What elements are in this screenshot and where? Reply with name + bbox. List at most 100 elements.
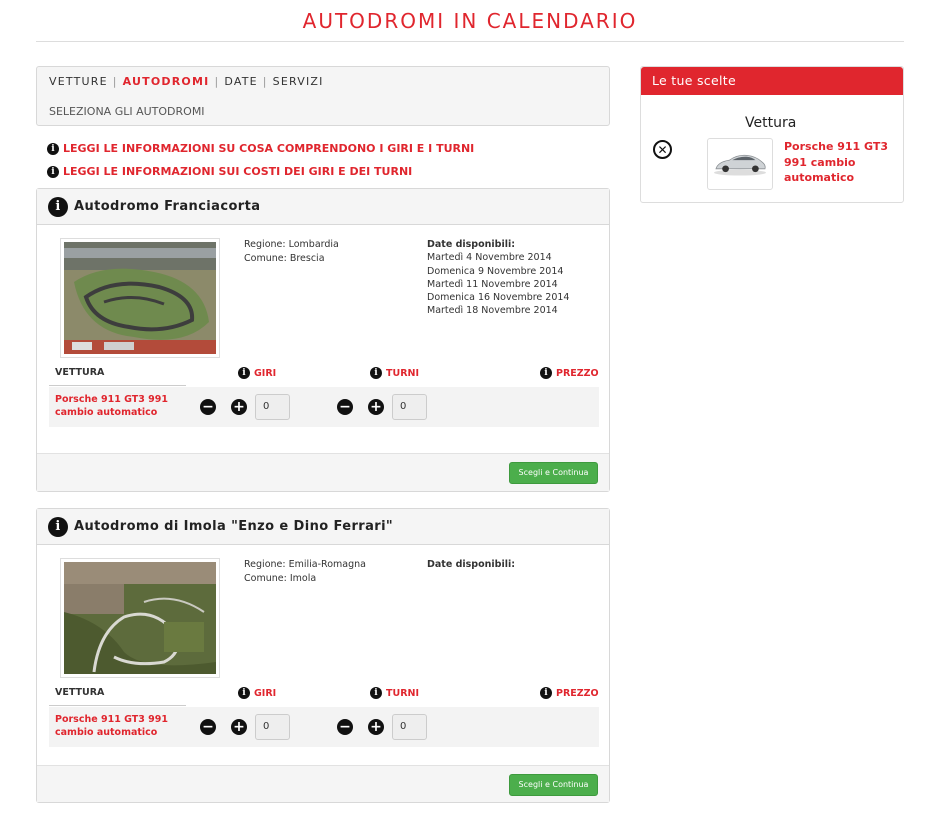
- info-link-label: LEGGI LE INFORMAZIONI SUI COSTI DEI GIRI…: [63, 165, 413, 178]
- table-row: Porsche 911 GT3 991 cambio automatico − …: [49, 387, 599, 427]
- giri-quantity-input[interactable]: 0: [255, 394, 290, 420]
- date-item: Martedì 11 Novembre 2014: [427, 278, 558, 290]
- dates-label: Date disponibili:: [427, 239, 516, 250]
- info-circle-icon[interactable]: i: [370, 367, 382, 379]
- track-card-franciacorta: i Autodromo Franciacorta Regione: Lombar…: [36, 188, 610, 492]
- region-label: Regione:: [244, 239, 286, 250]
- info-circle-icon[interactable]: i: [238, 367, 250, 379]
- step-separator: |: [112, 75, 118, 88]
- track-aerial-image: [64, 242, 216, 354]
- divider: [49, 705, 186, 706]
- track-photo: [60, 558, 220, 678]
- giri-plus-icon[interactable]: +: [231, 399, 247, 415]
- track-card-imola: i Autodromo di Imola "Enzo e Dino Ferrar…: [36, 508, 610, 803]
- car-thumbnail: [707, 138, 773, 190]
- region-label: Regione:: [244, 559, 286, 570]
- info-circle-icon[interactable]: i: [540, 687, 552, 699]
- turni-column-header: i TURNI: [370, 687, 419, 699]
- region-value: Emilia-Romagna: [288, 559, 366, 570]
- available-dates: Date disponibili:: [427, 558, 515, 571]
- turni-quantity-input[interactable]: 0: [392, 394, 427, 420]
- info-circle-icon: i: [47, 165, 59, 178]
- turni-minus-icon[interactable]: −: [337, 719, 353, 735]
- info-circle-icon[interactable]: i: [48, 196, 68, 217]
- continue-button[interactable]: Scegli e Continua: [509, 774, 598, 796]
- selected-car-line: Porsche 911 GT3: [784, 140, 889, 153]
- track-header: i Autodromo Franciacorta: [37, 189, 609, 225]
- step-separator: |: [262, 75, 268, 88]
- choices-title: Vettura: [745, 115, 797, 131]
- divider: [49, 385, 186, 386]
- giri-plus-icon[interactable]: +: [231, 719, 247, 735]
- info-circle-icon: i: [47, 142, 59, 155]
- prezzo-column-header: i PREZZO: [540, 367, 599, 379]
- step-vetture[interactable]: VETTURE: [49, 75, 108, 88]
- turni-quantity-input[interactable]: 0: [392, 714, 427, 740]
- turni-label: TURNI: [386, 687, 419, 699]
- vettura-column-header: VETTURA: [55, 687, 105, 698]
- dates-label: Date disponibili:: [427, 559, 516, 570]
- date-item: Martedì 4 Novembre 2014: [427, 252, 552, 264]
- turni-plus-icon[interactable]: +: [368, 399, 384, 415]
- track-header: i Autodromo di Imola "Enzo e Dino Ferrar…: [37, 509, 609, 545]
- step-autodromi[interactable]: AUTODROMI: [123, 75, 210, 88]
- giri-label: GIRI: [254, 367, 277, 379]
- track-photo: [60, 238, 220, 358]
- town-value: Imola: [289, 572, 317, 584]
- track-location: Regione: Emilia-Romagna Comune: Imola: [244, 558, 366, 585]
- step-date[interactable]: DATE: [224, 75, 257, 88]
- prezzo-column-header: i PREZZO: [540, 687, 599, 699]
- steps-breadcrumb: VETTURE | AUTODROMI | DATE | SERVIZI: [49, 75, 324, 88]
- turni-plus-icon[interactable]: +: [368, 719, 384, 735]
- car-image: [714, 154, 766, 176]
- table-row: Porsche 911 GT3 991 cambio automatico − …: [49, 707, 599, 747]
- car-name-line: Porsche 911 GT3 991: [55, 714, 168, 725]
- info-circle-icon[interactable]: i: [48, 516, 68, 537]
- turni-minus-icon[interactable]: −: [337, 399, 353, 415]
- turni-column-header: i TURNI: [370, 367, 419, 379]
- card-footer: Scegli e Continua: [37, 453, 609, 491]
- town-label: Comune:: [244, 572, 287, 584]
- giri-minus-icon[interactable]: −: [200, 719, 216, 735]
- available-dates: Date disponibili: Martedì 4 Novembre 201…: [427, 238, 569, 318]
- giri-quantity-input[interactable]: 0: [255, 714, 290, 740]
- date-item: Domenica 16 Novembre 2014: [427, 292, 570, 304]
- car-name-line: Porsche 911 GT3 991: [55, 394, 168, 405]
- selected-car-name[interactable]: Porsche 911 GT3 991 cambio automatico: [784, 139, 894, 186]
- remove-circle-icon[interactable]: ✕: [653, 140, 672, 159]
- info-link-label: LEGGI LE INFORMAZIONI SU COSA COMPRENDON…: [63, 142, 475, 155]
- date-item: Martedì 18 Novembre 2014: [427, 305, 558, 317]
- giri-label: GIRI: [254, 687, 277, 699]
- giri-column-header: i GIRI: [238, 687, 276, 699]
- track-name: Autodromo Franciacorta: [74, 199, 261, 214]
- info-link-giri-turni[interactable]: i LEGGI LE INFORMAZIONI SU COSA COMPREND…: [47, 142, 474, 155]
- prezzo-label: PREZZO: [556, 367, 599, 379]
- steps-subtitle: SELEZIONA GLI AUTODROMI: [49, 105, 205, 118]
- car-name: Porsche 911 GT3 991 cambio automatico: [55, 393, 168, 419]
- vettura-column-header: VETTURA: [55, 367, 105, 378]
- town-label: Comune:: [244, 252, 287, 264]
- page-title: AUTODROMI IN CALENDARIO: [36, 0, 904, 42]
- step-servizi[interactable]: SERVIZI: [273, 75, 324, 88]
- track-location: Regione: Lombardia Comune: Brescia: [244, 238, 339, 265]
- selected-car-line: 991 cambio: [784, 155, 856, 169]
- info-circle-icon[interactable]: i: [238, 687, 250, 699]
- date-item: Domenica 9 Novembre 2014: [427, 265, 564, 277]
- region-value: Lombardia: [288, 239, 339, 250]
- info-circle-icon[interactable]: i: [540, 367, 552, 379]
- card-footer: Scegli e Continua: [37, 765, 609, 802]
- track-aerial-image: [64, 562, 216, 674]
- car-name-line: cambio automatico: [55, 727, 158, 738]
- selected-car-line: automatico: [784, 171, 855, 184]
- giri-column-header: i GIRI: [238, 367, 276, 379]
- step-separator: |: [214, 75, 220, 88]
- car-name-line: cambio automatico: [55, 407, 158, 418]
- prezzo-label: PREZZO: [556, 687, 599, 699]
- giri-minus-icon[interactable]: −: [200, 399, 216, 415]
- town-value: Brescia: [289, 252, 325, 264]
- continue-button[interactable]: Scegli e Continua: [509, 462, 598, 484]
- car-name: Porsche 911 GT3 991 cambio automatico: [55, 713, 168, 739]
- info-link-costi[interactable]: i LEGGI LE INFORMAZIONI SUI COSTI DEI GI…: [47, 165, 412, 178]
- info-circle-icon[interactable]: i: [370, 687, 382, 699]
- turni-label: TURNI: [386, 367, 419, 379]
